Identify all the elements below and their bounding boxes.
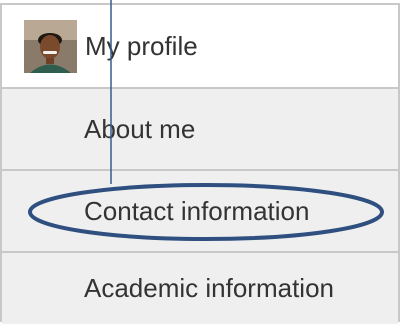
- menu-item-about-me[interactable]: About me: [2, 89, 398, 171]
- menu-item-label: Contact information: [84, 195, 310, 226]
- menu-item-label: About me: [84, 113, 196, 144]
- profile-menu: My profile About me Contact information …: [0, 3, 400, 324]
- menu-item-my-profile[interactable]: My profile: [2, 5, 398, 89]
- user-avatar-icon: [24, 19, 77, 73]
- menu-item-academic-information[interactable]: Academic information: [2, 253, 398, 324]
- menu-item-label: Academic information: [84, 273, 334, 303]
- menu-item-contact-information[interactable]: Contact information: [2, 171, 398, 253]
- menu-item-label: My profile: [85, 30, 198, 61]
